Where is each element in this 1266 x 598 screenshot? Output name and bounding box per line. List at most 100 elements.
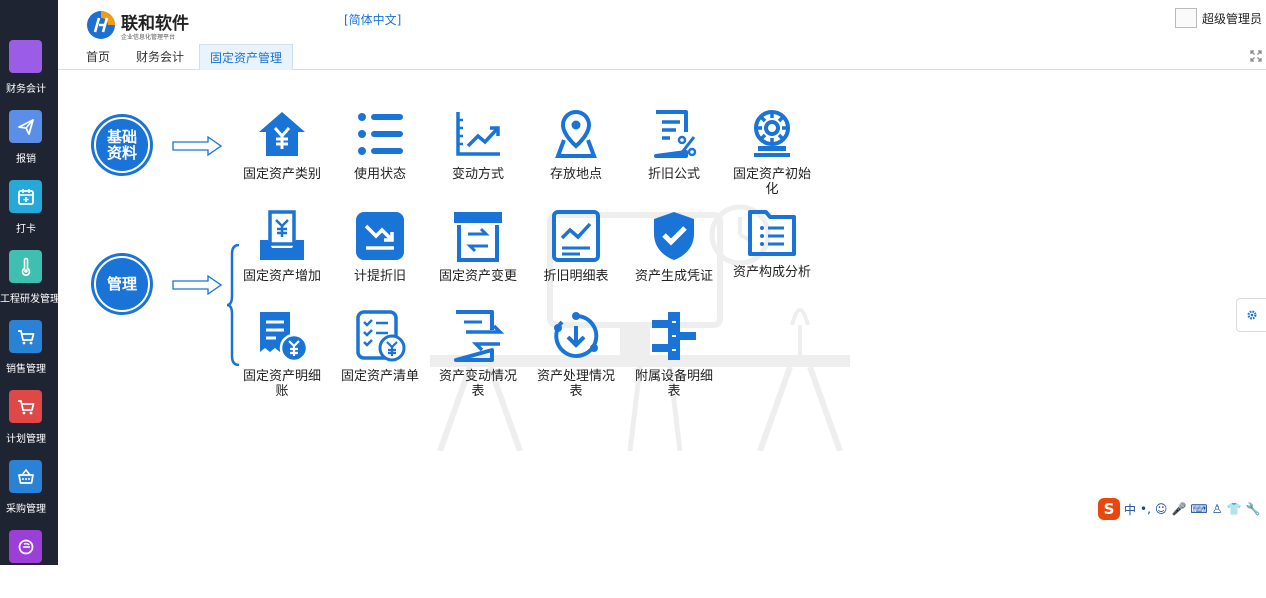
house-yen-icon <box>259 112 305 156</box>
sidebar-item-label: 工程研发管理 <box>0 294 60 305</box>
thermometer-icon <box>9 250 42 283</box>
tools-icon[interactable]: 🔧 <box>1245 502 1260 516</box>
document-percent-icon <box>654 110 697 158</box>
sidebar-item-label: 打卡 <box>16 224 36 235</box>
logo[interactable]: 联和软件 企业信息化管理平台 <box>86 8 206 44</box>
func-asset-category[interactable]: 固定资产类别 <box>236 108 328 182</box>
sidebar-item-purchase[interactable]: 采购管理 <box>0 458 58 528</box>
func-label: 资产生成凭证 <box>634 269 713 284</box>
func-storage-location[interactable]: 存放地点 <box>530 108 622 182</box>
language-switch[interactable]: [简体中文] <box>344 11 401 28</box>
cart-icon <box>9 320 42 353</box>
func-label: 折旧公式 <box>647 167 700 182</box>
func-asset-ledger[interactable]: 固定资产明细账 <box>236 310 328 399</box>
func-asset-composition[interactable]: 资产构成分析 <box>726 206 818 280</box>
sidebar-item-label: 财务会计 <box>6 84 46 95</box>
location-pin-icon <box>555 109 597 158</box>
func-equipment-detail[interactable]: 附属设备明细表 <box>628 310 720 399</box>
func-label: 固定资产明细账 <box>242 369 321 399</box>
func-asset-increase[interactable]: 固定资产增加 <box>236 210 328 284</box>
func-label: 资产构成分析 <box>732 265 811 280</box>
func-label: 计提折旧 <box>353 269 406 284</box>
cart-icon <box>9 390 42 423</box>
brand-name: 联和软件 <box>121 14 189 34</box>
func-label: 固定资产变更 <box>438 269 517 284</box>
func-depreciation-accrual[interactable]: 计提折旧 <box>334 210 426 284</box>
settings-button[interactable] <box>1236 298 1266 332</box>
avatar <box>1174 8 1197 28</box>
tab-fixed-assets[interactable]: 固定资产管理 <box>199 44 294 70</box>
func-asset-change[interactable]: 固定资产变更 <box>432 210 524 284</box>
arrow-right-icon <box>172 275 222 295</box>
basket-icon <box>9 460 42 493</box>
emoji-icon[interactable]: ☺ <box>1155 502 1168 516</box>
sidebar-item-label: 计划管理 <box>6 434 46 445</box>
user-menu[interactable]: 超级管理员 <box>1174 8 1262 28</box>
tab-home[interactable]: 首页 <box>76 44 120 70</box>
top-bar: 联和软件 企业信息化管理平台 [简体中文] 超级管理员 首页 财务会计 固定资产… <box>58 0 1266 70</box>
fullscreen-icon[interactable] <box>1250 50 1262 62</box>
func-label: 附属设备明细表 <box>634 369 713 399</box>
func-label: 固定资产清单 <box>340 369 419 384</box>
trend-chart-icon <box>456 112 500 156</box>
func-usage-status[interactable]: 使用状态 <box>334 108 426 182</box>
sidebar-item-label: 销售管理 <box>6 364 46 375</box>
gear-icon <box>1247 310 1256 320</box>
checklist-yen-icon <box>356 310 406 362</box>
sidebar-item-finance[interactable]: 财务会计 <box>0 38 58 108</box>
func-asset-list[interactable]: 固定资产清单 <box>334 310 426 384</box>
shield-check-icon <box>654 212 694 260</box>
sidebar: 财务会计 报销 打卡 工程研发管理 销售管理 计划管理 采购管理 <box>0 0 60 565</box>
sidebar-item-planning[interactable]: 计划管理 <box>0 388 58 458</box>
func-label: 固定资产增加 <box>242 269 321 284</box>
func-asset-disposal-report[interactable]: 资产处理情况表 <box>530 310 622 399</box>
func-label: 固定资产初始化 <box>732 167 811 197</box>
sogou-logo-icon: S <box>1098 498 1120 520</box>
downtrend-icon <box>356 212 404 260</box>
sidebar-item-more[interactable] <box>0 528 58 598</box>
equipment-icon <box>652 312 696 360</box>
keyboard-icon[interactable]: ⌨ <box>1190 502 1207 516</box>
section-basic-data: 基础 资料 <box>91 114 153 176</box>
sidebar-item-checkin[interactable]: 打卡 <box>0 178 58 248</box>
purple-square-icon <box>9 40 42 73</box>
calendar-plus-icon <box>9 180 42 213</box>
skin-icon[interactable]: 👕 <box>1226 502 1241 516</box>
func-label: 固定资产类别 <box>242 167 321 182</box>
sidebar-item-label: 采购管理 <box>6 504 46 515</box>
func-label: 使用状态 <box>353 167 406 182</box>
sidebar-item-label: 报销 <box>16 154 36 165</box>
func-depreciation-formula[interactable]: 折旧公式 <box>628 108 720 182</box>
func-label: 资产变动情况表 <box>438 369 517 399</box>
func-label: 存放地点 <box>549 167 602 182</box>
func-asset-change-report[interactable]: 资产变动情况表 <box>432 310 524 399</box>
box-swap-icon <box>454 212 502 262</box>
brand-tagline: 企业信息化管理平台 <box>121 34 176 41</box>
section-management: 管理 <box>91 253 153 315</box>
func-depreciation-detail[interactable]: 折旧明细表 <box>530 210 622 284</box>
user-icon[interactable]: ♙ <box>1212 502 1223 516</box>
ime-mode[interactable]: 中 <box>1124 501 1136 518</box>
func-asset-init[interactable]: 固定资产初始化 <box>726 108 818 197</box>
list-icon <box>358 113 403 155</box>
cycle-download-icon <box>554 312 599 358</box>
logo-mark-icon <box>87 11 115 39</box>
punctuation-icon[interactable]: •, <box>1140 502 1151 516</box>
receipt-yen-icon <box>260 312 308 362</box>
sidebar-item-rnd[interactable]: 工程研发管理 <box>0 248 60 318</box>
microphone-icon[interactable]: 🎤 <box>1171 502 1186 516</box>
user-name: 超级管理员 <box>1201 11 1262 26</box>
func-label: 变动方式 <box>451 167 504 182</box>
main-content: 基础 资料 管理 固定资产类别 使用状态 变动方式 存放地点 折旧公式 固定资产… <box>58 70 1266 565</box>
paper-plane-icon <box>9 110 42 143</box>
sidebar-item-expense[interactable]: 报销 <box>0 108 58 178</box>
ime-toolbar[interactable]: S 中 •, ☺ 🎤 ⌨ ♙ 👕 🔧 <box>1098 498 1266 520</box>
sidebar-item-sales[interactable]: 销售管理 <box>0 318 58 388</box>
func-change-method[interactable]: 变动方式 <box>432 108 524 182</box>
func-asset-voucher[interactable]: 资产生成凭证 <box>628 210 720 284</box>
chart-document-icon <box>552 210 600 262</box>
func-label: 资产处理情况表 <box>536 369 615 399</box>
tab-finance[interactable]: 财务会计 <box>126 44 194 70</box>
folder-list-icon <box>748 210 796 256</box>
section-title: 管理 <box>106 275 137 293</box>
